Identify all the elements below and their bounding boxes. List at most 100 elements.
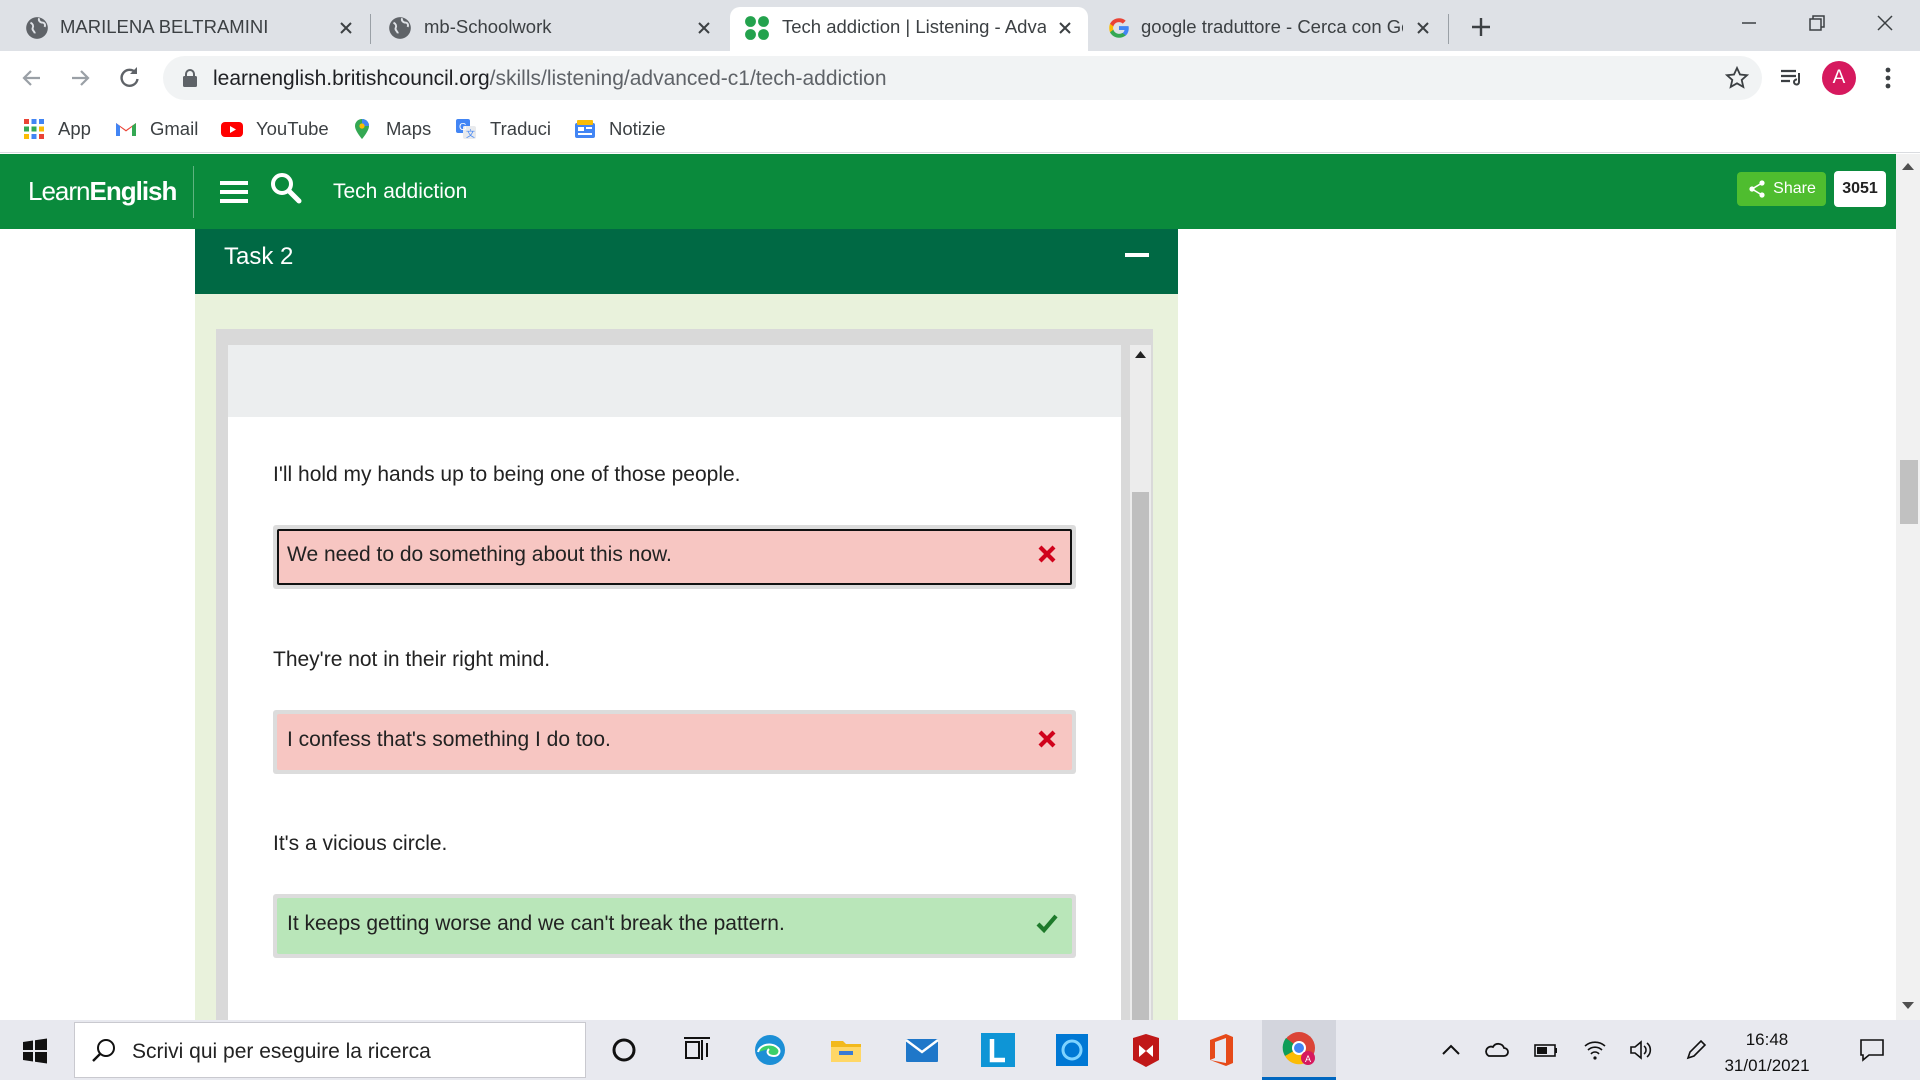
page-scrollbar[interactable] (1896, 154, 1920, 1020)
browser-tab-strip: MARILENA BELTRAMINI mb-Schoolwork Tech a… (0, 0, 1920, 51)
translate-icon: G文 (456, 119, 476, 139)
answer-tile-wrong[interactable]: I confess that's something I do too. (277, 714, 1072, 770)
task-view-icon[interactable] (678, 1032, 714, 1068)
exercise-scrollbar-thumb[interactable] (1132, 492, 1149, 1020)
bookmark-label: Notizie (609, 118, 666, 139)
address-bar[interactable]: learnenglish.britishcouncil.org/skills/l… (163, 56, 1762, 100)
collapse-minus-icon[interactable] (1125, 253, 1149, 257)
restore-icon[interactable] (1804, 10, 1830, 36)
profile-avatar[interactable]: A (1822, 61, 1856, 95)
bookmark-notizie[interactable]: Notizie (573, 115, 666, 143)
edge-browser-icon[interactable] (752, 1032, 788, 1068)
url-host: learnenglish.britishcouncil.org (213, 67, 490, 90)
bookmark-maps[interactable]: Maps (350, 115, 431, 143)
scroll-down-arrow-icon[interactable] (1902, 1002, 1914, 1010)
reload-icon[interactable] (115, 64, 143, 92)
windows-taskbar: Scrivi qui per eseguire la ricerca A 16:… (0, 1020, 1920, 1080)
chrome-taskbar-button[interactable]: A (1262, 1020, 1336, 1080)
answer-slot[interactable]: I confess that's something I do too. (273, 710, 1076, 774)
close-window-icon[interactable] (1872, 10, 1898, 36)
task-section: Task 2 I'll hold my hands up to being on… (195, 229, 1178, 1020)
media-queue-icon[interactable] (1777, 64, 1805, 92)
news-icon (575, 120, 595, 138)
logo-english: English (89, 176, 178, 206)
share-button[interactable]: Share (1737, 172, 1826, 206)
office-icon[interactable] (1203, 1032, 1239, 1068)
mcafee-icon[interactable] (1128, 1032, 1164, 1068)
onedrive-icon[interactable] (1483, 1038, 1509, 1062)
close-tab-icon[interactable] (1054, 17, 1076, 39)
volume-icon[interactable] (1628, 1038, 1654, 1062)
bookmark-traduci[interactable]: G文 Traduci (454, 115, 551, 143)
answer-tile-correct[interactable]: It keeps getting worse and we can't brea… (277, 898, 1072, 954)
clock-date: 31/01/2021 (1724, 1056, 1810, 1075)
close-tab-icon[interactable] (693, 17, 715, 39)
bookmark-gmail[interactable]: Gmail (114, 115, 198, 143)
logo-learn: Learn (28, 176, 90, 206)
answer-text: It keeps getting worse and we can't brea… (287, 912, 785, 935)
bookmark-star-icon[interactable] (1724, 65, 1750, 91)
share-label: Share (1773, 180, 1816, 197)
bookmark-app[interactable]: App (22, 115, 91, 143)
url-text[interactable]: learnenglish.britishcouncil.org/skills/l… (213, 67, 887, 91)
scroll-up-arrow-icon[interactable] (1902, 162, 1914, 170)
new-tab-icon[interactable] (1466, 12, 1496, 42)
svg-text:A: A (1305, 1054, 1311, 1064)
apps-grid-icon (24, 119, 44, 139)
app-blue-icon[interactable] (1054, 1032, 1090, 1068)
menu-kebab-icon[interactable] (1874, 64, 1902, 92)
google-icon (1109, 18, 1129, 38)
chevron-up-icon[interactable] (1438, 1038, 1464, 1062)
answer-slot[interactable]: We need to do something about this now. (273, 525, 1076, 589)
battery-icon[interactable] (1533, 1038, 1559, 1062)
maps-pin-icon (355, 119, 369, 139)
scroll-up-arrow-icon[interactable] (1135, 351, 1146, 358)
bookmark-youtube[interactable]: YouTube (220, 115, 329, 143)
file-explorer-icon[interactable] (828, 1032, 864, 1068)
app-l-icon[interactable] (980, 1032, 1016, 1068)
tab-tech-addiction[interactable]: Tech addiction | Listening - Advan (730, 7, 1088, 51)
task-title: Task 2 (224, 243, 294, 270)
wifi-icon[interactable] (1582, 1038, 1608, 1062)
bookmark-label: Maps (386, 118, 432, 139)
clock-time: 16:48 (1745, 1030, 1789, 1049)
tab-title: MARILENA BELTRAMINI (60, 16, 269, 37)
exercise-scrollbar[interactable] (1130, 345, 1151, 1020)
tab-marilena[interactable]: MARILENA BELTRAMINI (0, 7, 370, 51)
close-tab-icon[interactable] (1412, 17, 1434, 39)
search-icon (92, 1039, 115, 1062)
learnenglish-logo[interactable]: LearnEnglish (28, 176, 178, 207)
page-title: Tech addiction (333, 180, 468, 203)
tab-title: mb-Schoolwork (424, 16, 552, 37)
search-icon[interactable] (270, 172, 302, 206)
close-tab-icon[interactable] (335, 17, 357, 39)
page-scrollbar-thumb[interactable] (1900, 460, 1918, 524)
header-divider (193, 166, 194, 218)
tab-schoolwork[interactable]: mb-Schoolwork (371, 7, 726, 51)
forward-icon[interactable] (66, 64, 94, 92)
taskbar-search-box[interactable]: Scrivi qui per eseguire la ricerca (74, 1022, 586, 1078)
minimize-icon[interactable] (1736, 10, 1762, 36)
task-header[interactable]: Task 2 (195, 229, 1178, 294)
british-council-icon (745, 16, 769, 40)
answer-tile-wrong[interactable]: We need to do something about this now. (277, 529, 1072, 585)
lock-icon[interactable] (181, 68, 199, 88)
prompt-text: They're not in their right mind. (273, 648, 551, 671)
mail-icon[interactable] (904, 1032, 940, 1068)
notification-center-icon[interactable] (1858, 1036, 1886, 1064)
taskbar-clock[interactable]: 16:48 31/01/2021 (1724, 1027, 1810, 1079)
answer-slot[interactable]: It keeps getting worse and we can't brea… (273, 894, 1076, 958)
exercise-toolbar (228, 345, 1121, 417)
hamburger-menu-icon[interactable] (218, 178, 250, 206)
bookmark-label: Gmail (150, 118, 199, 139)
back-icon[interactable] (18, 64, 46, 92)
pen-icon[interactable] (1683, 1038, 1709, 1062)
bookmark-label: Traduci (490, 118, 552, 139)
tab-title: google traduttore - Cerca con Go (1141, 16, 1403, 37)
answer-text: I confess that's something I do too. (287, 728, 611, 751)
cortana-icon[interactable] (606, 1032, 642, 1068)
tab-google-traduttore[interactable]: google traduttore - Cerca con Go (1090, 7, 1448, 51)
site-header: LearnEnglish Tech addiction Share 3051 (0, 154, 1896, 229)
gmail-icon (116, 123, 136, 136)
windows-start-icon[interactable] (22, 1038, 48, 1064)
